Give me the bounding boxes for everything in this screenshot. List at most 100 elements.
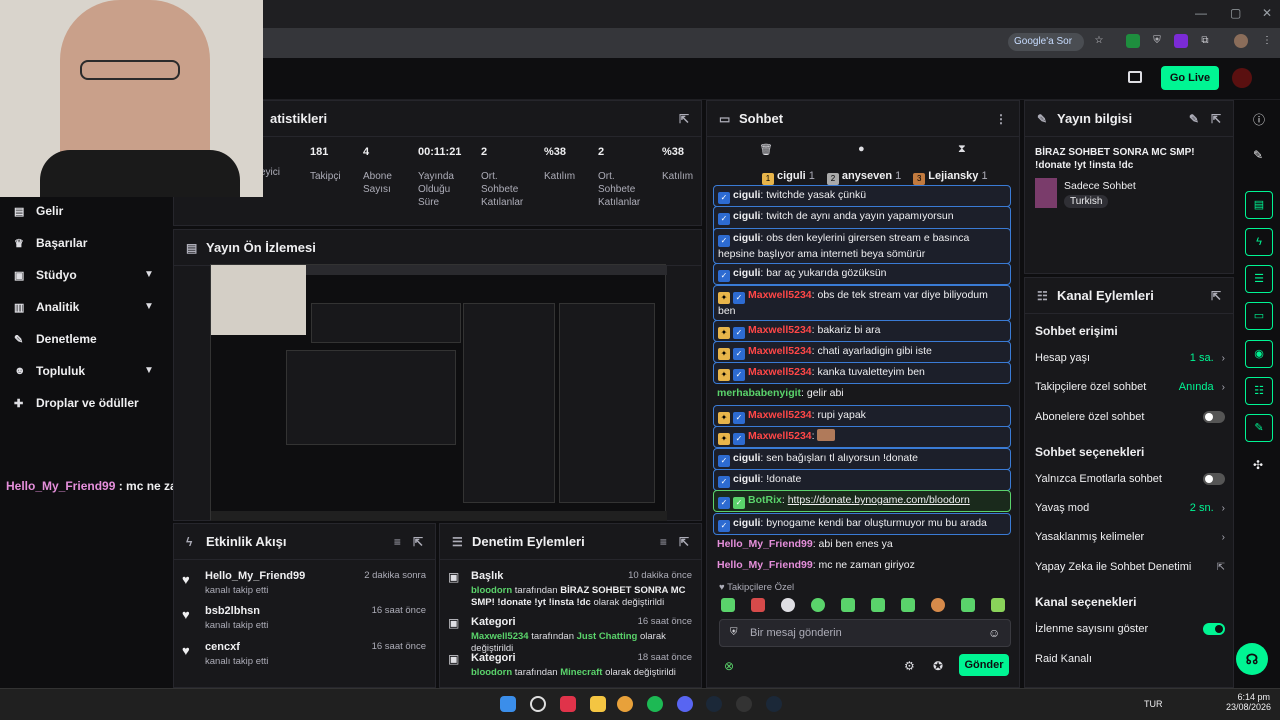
studio-icon[interactable] [1128,71,1142,83]
show-viewers-toggle[interactable] [1203,623,1225,635]
app-icon[interactable] [560,696,576,712]
windows-start-icon[interactable] [500,696,516,712]
gear-icon[interactable]: ⚙ [904,659,915,673]
emote-picker-icon[interactable]: ✪ [933,659,943,673]
send-button[interactable]: Gönder [959,654,1009,676]
emote-icon[interactable] [871,598,885,612]
shield-icon[interactable]: ⛨ [1150,34,1164,48]
chevron-down-icon[interactable]: ▼ [144,365,154,376]
chat-message[interactable]: ✓ ciguli: twitchde yasak çünkü [713,185,1011,207]
go-live-button[interactable]: Go Live [1161,66,1219,90]
chat-message[interactable]: ✦ ✓ Maxwell5234: kanka tuvaletteyim ben [713,362,1011,384]
chat-message[interactable]: ✓ ciguli: !donate [713,469,1011,491]
chat-message[interactable]: ✦ ✓ Maxwell5234: rupi yapak [713,405,1011,427]
chat-message[interactable]: ✦ ✓ Maxwell5234: bakariz bi ara [713,320,1011,342]
rail-list-button[interactable]: ☰ [1245,265,1273,293]
chat-message-bot[interactable]: ✓ ✓ BotRix: https://donate.bynogame.com/bl… [713,490,1011,512]
chevron-down-icon[interactable]: ▼ [144,301,154,312]
emote-icon[interactable] [931,598,945,612]
raid-row[interactable]: Raid Kanalı [1035,653,1225,665]
add-widget-icon[interactable]: ✣ [1253,458,1263,472]
account-age-row[interactable]: Hesap yaşı 1 sa. › [1035,352,1225,364]
chat-message[interactable]: Hello_My_Friend99: abi ben enes ya [713,535,1011,553]
emote-icon[interactable] [961,598,975,612]
chat-message[interactable]: ✦ ✓ Maxwell5234: chati ayarladigin gibi is… [713,341,1011,363]
followers-chat-row[interactable]: Takipçilere özel sohbet Anında › [1035,381,1225,393]
pencil-icon[interactable]: ✎ [1253,148,1263,162]
close-icon[interactable]: ✕ [1262,6,1272,20]
hourglass-icon[interactable]: ⧗ [958,143,966,156]
popout-icon[interactable]: ⇱ [413,535,423,549]
support-button[interactable]: ☊ [1236,643,1268,675]
chevron-down-icon[interactable]: ▼ [144,269,154,280]
more-icon[interactable]: ⋮ [995,112,1007,126]
folder-icon[interactable] [590,696,606,712]
emote-icon[interactable] [991,598,1005,612]
popout-icon[interactable]: ⇱ [1211,289,1221,303]
trash-icon[interactable]: 🗑 [759,143,773,156]
emote-icon[interactable] [811,598,825,612]
chat-message[interactable]: ✓ ciguli: obs den keylerini girersen stre… [713,228,1011,264]
star-icon[interactable]: ☆ [1092,34,1106,48]
banned-words-row[interactable]: Yasaklanmış kelimeler › [1035,531,1225,543]
ai-mod-row[interactable]: Yapay Zeka ile Sohbet Denetimi ⇱ [1035,561,1225,573]
rail-chat-button[interactable]: ▭ [1245,302,1273,330]
search-icon[interactable] [530,696,546,712]
google-ask-pill[interactable]: Google'a Sor [1008,33,1084,51]
popout-icon[interactable]: ⇱ [679,535,689,549]
discord-icon[interactable] [677,696,693,712]
rail-bolt-button[interactable]: ϟ [1245,228,1273,256]
slow-mode-row[interactable]: Yavaş mod 2 sn. › [1035,502,1225,514]
popout-icon[interactable]: ⇱ [679,112,689,126]
edit-icon[interactable]: ✎ [1189,112,1199,126]
stream-preview-video[interactable] [210,264,667,521]
chat-input[interactable]: ⛨ Bir mesaj gönderin ☺ [719,619,1011,647]
rail-channel-button[interactable]: ☷ [1245,377,1273,405]
popout-icon[interactable]: ⇱ [1211,112,1221,126]
language-indicator[interactable]: TUR [1144,699,1163,709]
emote-icon[interactable] [841,598,855,612]
chrome-icon[interactable] [617,696,633,712]
puzzle-icon[interactable]: ⧉ [1198,34,1212,48]
sidebar-item-studio[interactable]: ▣ Stüdyo [14,268,77,282]
spotify-icon[interactable] [647,696,663,712]
emote-icon[interactable] [781,598,795,612]
rail-wrench-button[interactable]: ✎ [1245,414,1273,442]
chat-message[interactable]: Hello_My_Friend99: mc ne zaman giriyoz [713,556,1011,574]
sidebar-item-community[interactable]: ☻ Topluluk [14,364,85,378]
menu-icon[interactable]: ⋮ [1260,34,1274,48]
chat-bubble-icon[interactable]: ● [858,143,865,155]
rail-stream-button[interactable]: ◉ [1245,340,1273,368]
chat-message[interactable]: merhababenyigit: gelir abi [713,384,1011,402]
extension-icon[interactable] [1126,34,1140,48]
donate-link[interactable]: https://donate.bynogame.com/bloodorn [788,494,970,506]
chat-message[interactable]: ✦ ✓ Maxwell5234: [713,426,1011,448]
rail-stats-button[interactable]: ▤ [1245,191,1273,219]
steam-icon[interactable] [766,696,782,712]
filter-icon[interactable]: ≡ [394,535,401,549]
avatar[interactable] [1232,68,1252,88]
obs-icon[interactable] [736,696,752,712]
chat-message[interactable]: ✓ ciguli: sen bağışları tl alıyorsun !don… [713,448,1011,470]
filter-icon[interactable]: ≡ [660,535,667,549]
sidebar-item-drops[interactable]: ✚ Droplar ve ödüller [14,396,139,410]
clock[interactable]: 6:14 pm 23/08/2026 [1226,692,1271,712]
sidebar-item-achievements[interactable]: ♛ Başarılar [14,236,87,250]
emoji-icon[interactable]: ☺ [988,626,1000,640]
maximize-icon[interactable]: ▢ [1230,6,1241,20]
minimize-icon[interactable]: — [1195,6,1207,20]
points-icon[interactable]: ⊗ [724,659,734,673]
sidebar-item-analytics[interactable]: ▥ Analitik [14,300,79,314]
emote-icon[interactable] [901,598,915,612]
chat-message[interactable]: ✓ ciguli: bynogame kendi bar oluşturmuyor… [713,513,1011,535]
info-icon[interactable]: ⓘ [1253,111,1265,128]
emote-only-toggle[interactable] [1203,473,1225,485]
sidebar-item-income[interactable]: ▤ Gelir [14,204,63,218]
extension-icon[interactable] [1174,34,1188,48]
sidebar-item-moderation[interactable]: ✎ Denetleme [14,332,97,346]
chat-message[interactable]: ✓ ciguli: bar aç yukarıda gözüksün [713,263,1011,285]
chat-message[interactable]: ✦ ✓ Maxwell5234: obs de tek stream var diy… [713,285,1011,321]
emote-icon[interactable] [751,598,765,612]
profile-avatar[interactable] [1234,34,1248,48]
subs-chat-toggle[interactable] [1203,411,1225,423]
